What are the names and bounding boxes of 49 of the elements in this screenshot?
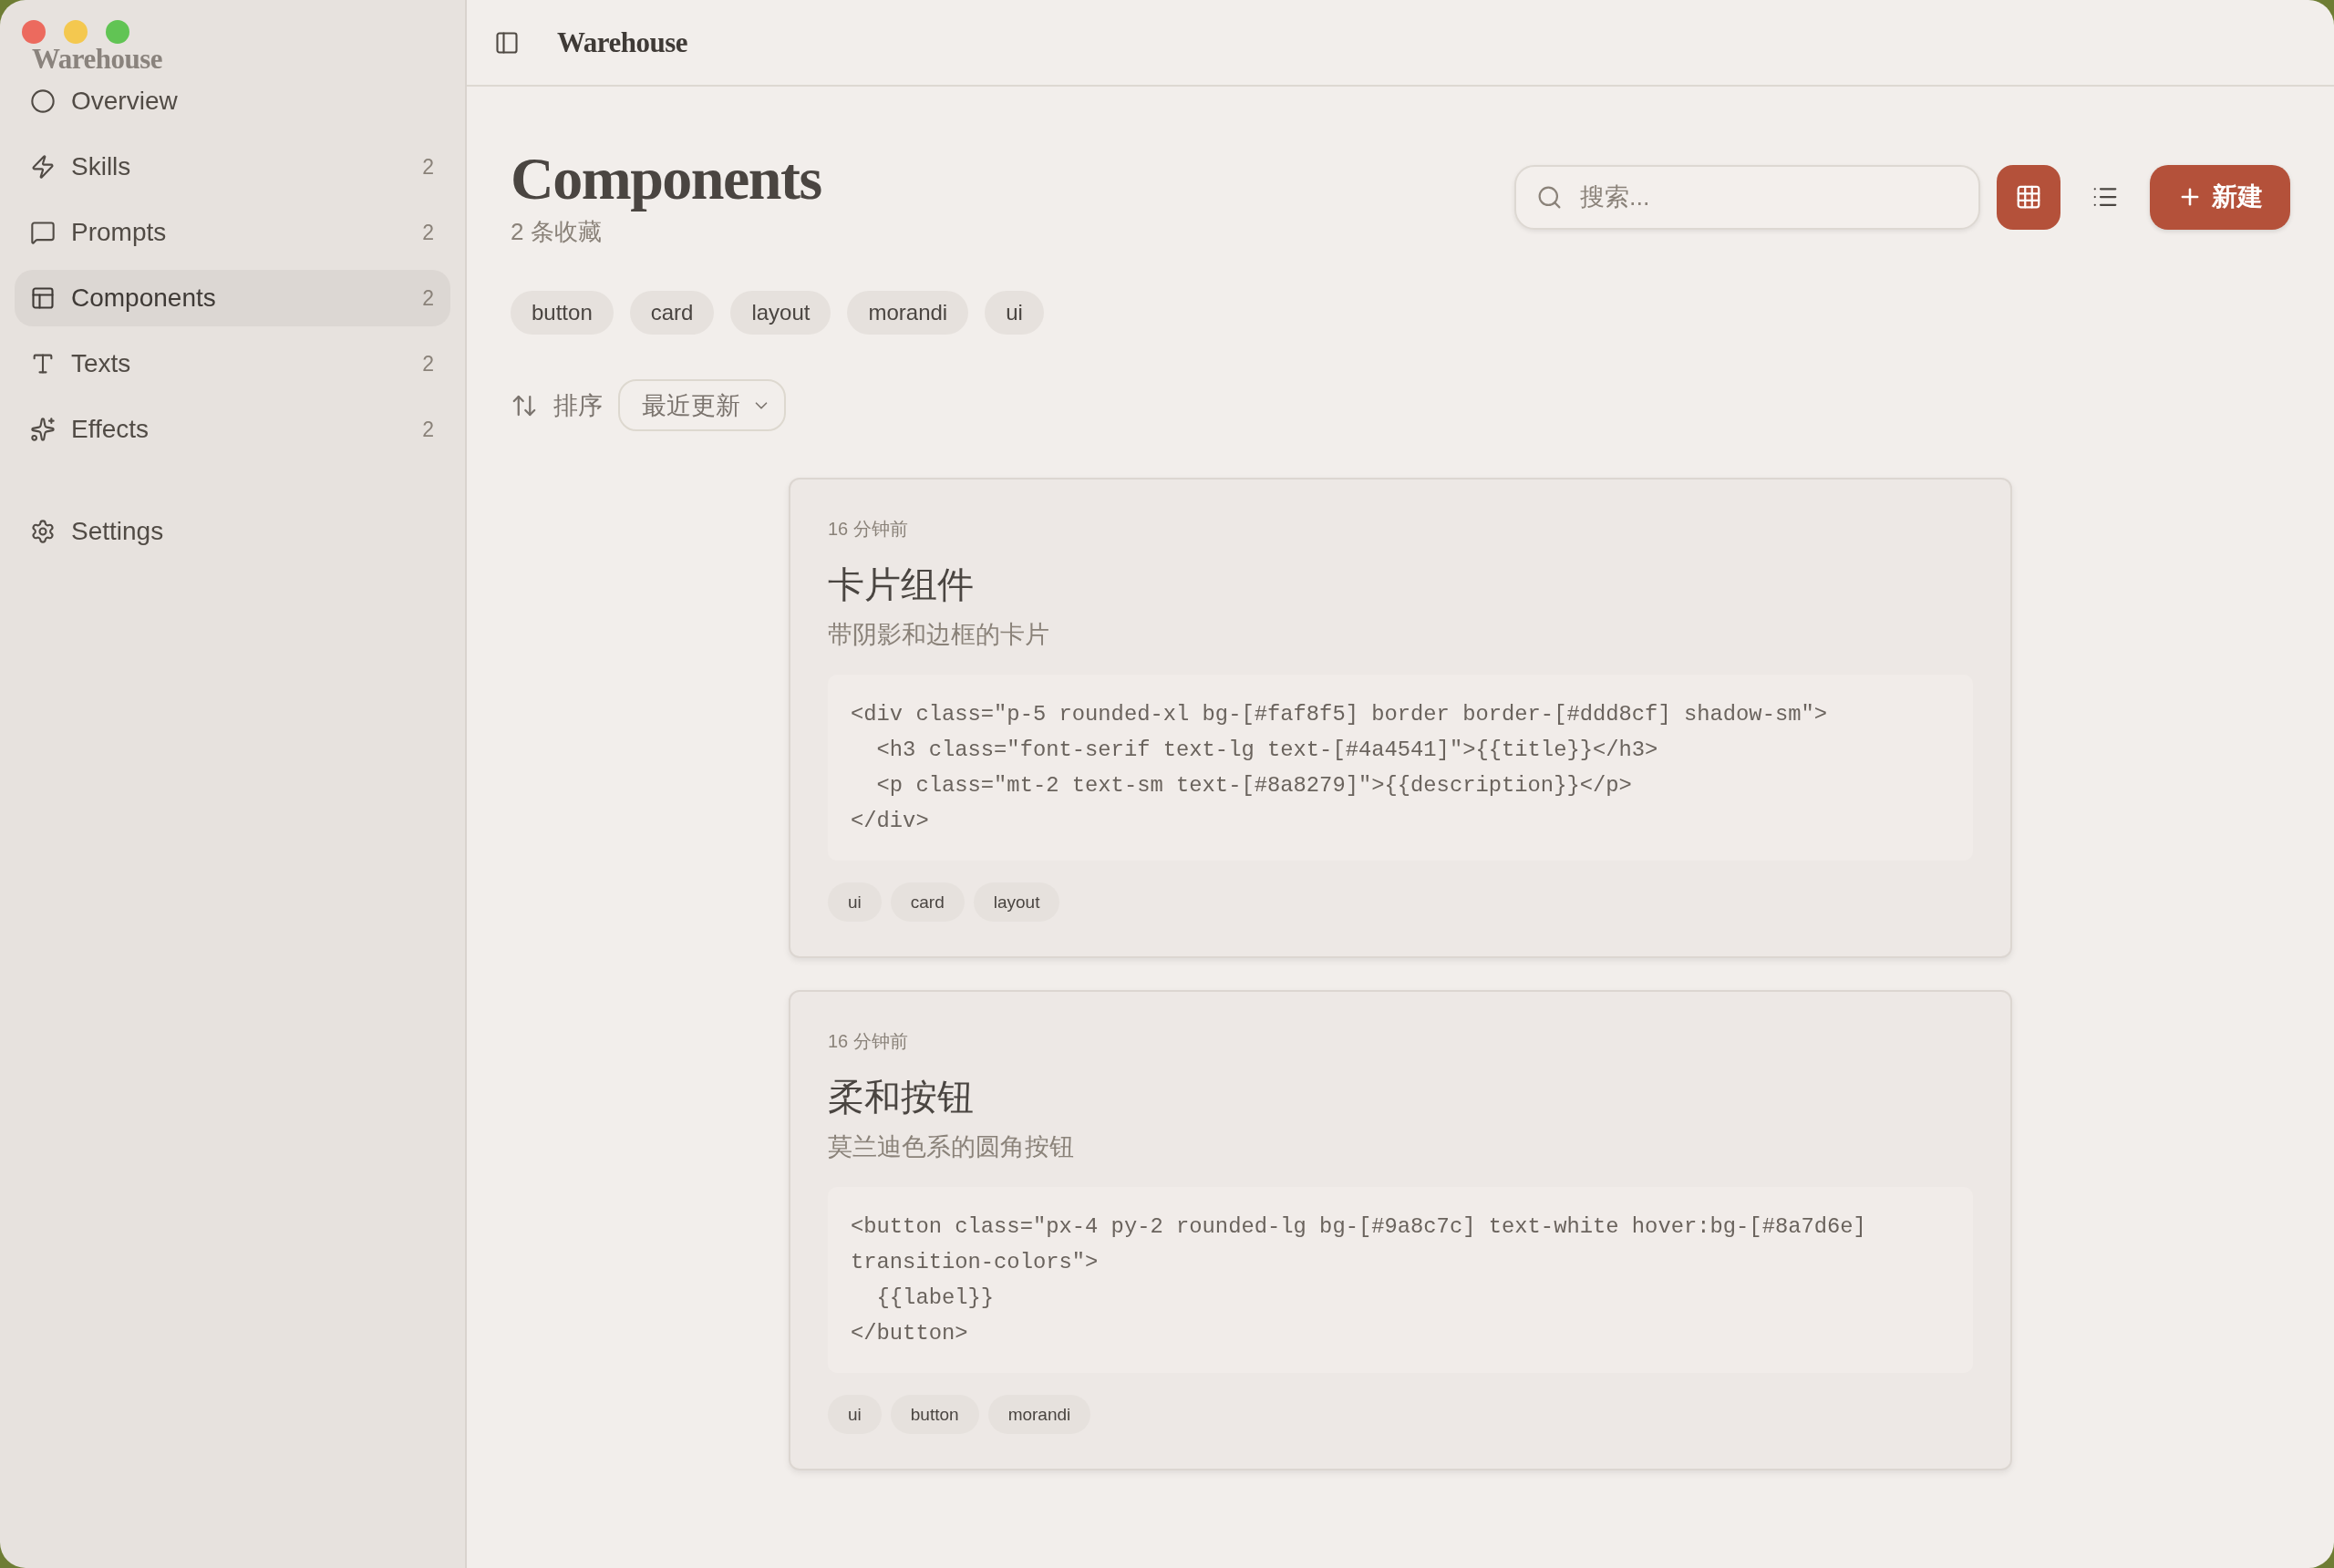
tag-filter[interactable]: ui <box>985 291 1044 335</box>
tag-filter[interactable]: card <box>629 291 715 335</box>
card-tag: card <box>890 882 965 922</box>
tag-filter[interactable]: button <box>511 291 614 335</box>
grid-icon <box>2015 183 2042 211</box>
sidebar-brand: Warehouse <box>32 46 163 73</box>
item-count: 2 <box>422 285 434 311</box>
sidebar-item[interactable]: Components 2 <box>15 270 450 326</box>
settings-icon <box>30 519 56 544</box>
sidebar-item[interactable]: Overview <box>15 73 450 129</box>
sidebar-item[interactable]: Skills 2 <box>15 139 450 195</box>
card-title: 柔和按钮 <box>828 1076 974 1119</box>
card-tag: ui <box>828 882 882 922</box>
grid-view-button[interactable] <box>1997 164 2060 230</box>
sparkles-icon <box>30 417 56 442</box>
card-tag: ui <box>828 1395 882 1434</box>
card-title: 卡片组件 <box>828 563 974 607</box>
item-count: 2 <box>422 154 434 180</box>
card-tag: morandi <box>987 1395 1091 1434</box>
card-tag: button <box>890 1395 979 1434</box>
card-description: 莫兰迪色系的圆角按钮 <box>828 1132 1074 1162</box>
card-tag: layout <box>973 882 1060 922</box>
header-title: Warehouse <box>557 26 688 59</box>
code-snippet: <button class="px-4 py-2 rounded-lg bg-[#9a8c7c] text-white hover:bg-[#8a7d6e] transition-colors"> {{label}} </button> <box>828 1187 1973 1373</box>
sidebar-item[interactable]: Settings <box>15 503 450 560</box>
sidebar-toggle-button[interactable] <box>494 29 520 56</box>
sidebar-item[interactable]: Texts 2 <box>15 335 450 392</box>
lightning-icon <box>30 154 56 180</box>
card-description: 带阴影和边框的卡片 <box>828 620 1049 650</box>
sort-label: 排序 <box>553 390 603 421</box>
sort-dropdown[interactable]: 最近更新 <box>618 379 786 431</box>
new-button[interactable]: 新建 <box>2150 164 2290 230</box>
layout-icon <box>30 285 56 311</box>
item-count: 2 <box>422 220 434 245</box>
item-count: 2 <box>422 351 434 377</box>
sidebar-item[interactable]: Effects 2 <box>15 401 450 458</box>
page-title: Components <box>511 146 821 211</box>
sidebar-item[interactable]: Prompts 2 <box>15 204 450 261</box>
page-subtitle: 2 条收藏 <box>511 217 602 247</box>
circle-icon <box>30 88 56 114</box>
code-snippet: <div class="p-5 rounded-xl bg-[#faf8f5] border border-[#ddd8cf] shadow-sm"> <h3 class="font-serif text-lg text-[#4a4541]">{{title}}</h3> <p class="mt-2 text-sm text-[#8a8279]">{{description}}</p> </div> <box>828 675 1973 861</box>
card-time: 16 分钟前 <box>828 518 908 541</box>
search-field[interactable]: 搜索... <box>1514 164 1980 230</box>
card-time: 16 分钟前 <box>828 1030 908 1053</box>
sidebar-panel-icon <box>494 29 520 56</box>
speech-bubble-icon <box>30 220 56 245</box>
tag-filter[interactable]: layout <box>730 291 831 335</box>
tag-filter[interactable]: morandi <box>847 291 969 335</box>
item-count: 2 <box>422 417 434 442</box>
